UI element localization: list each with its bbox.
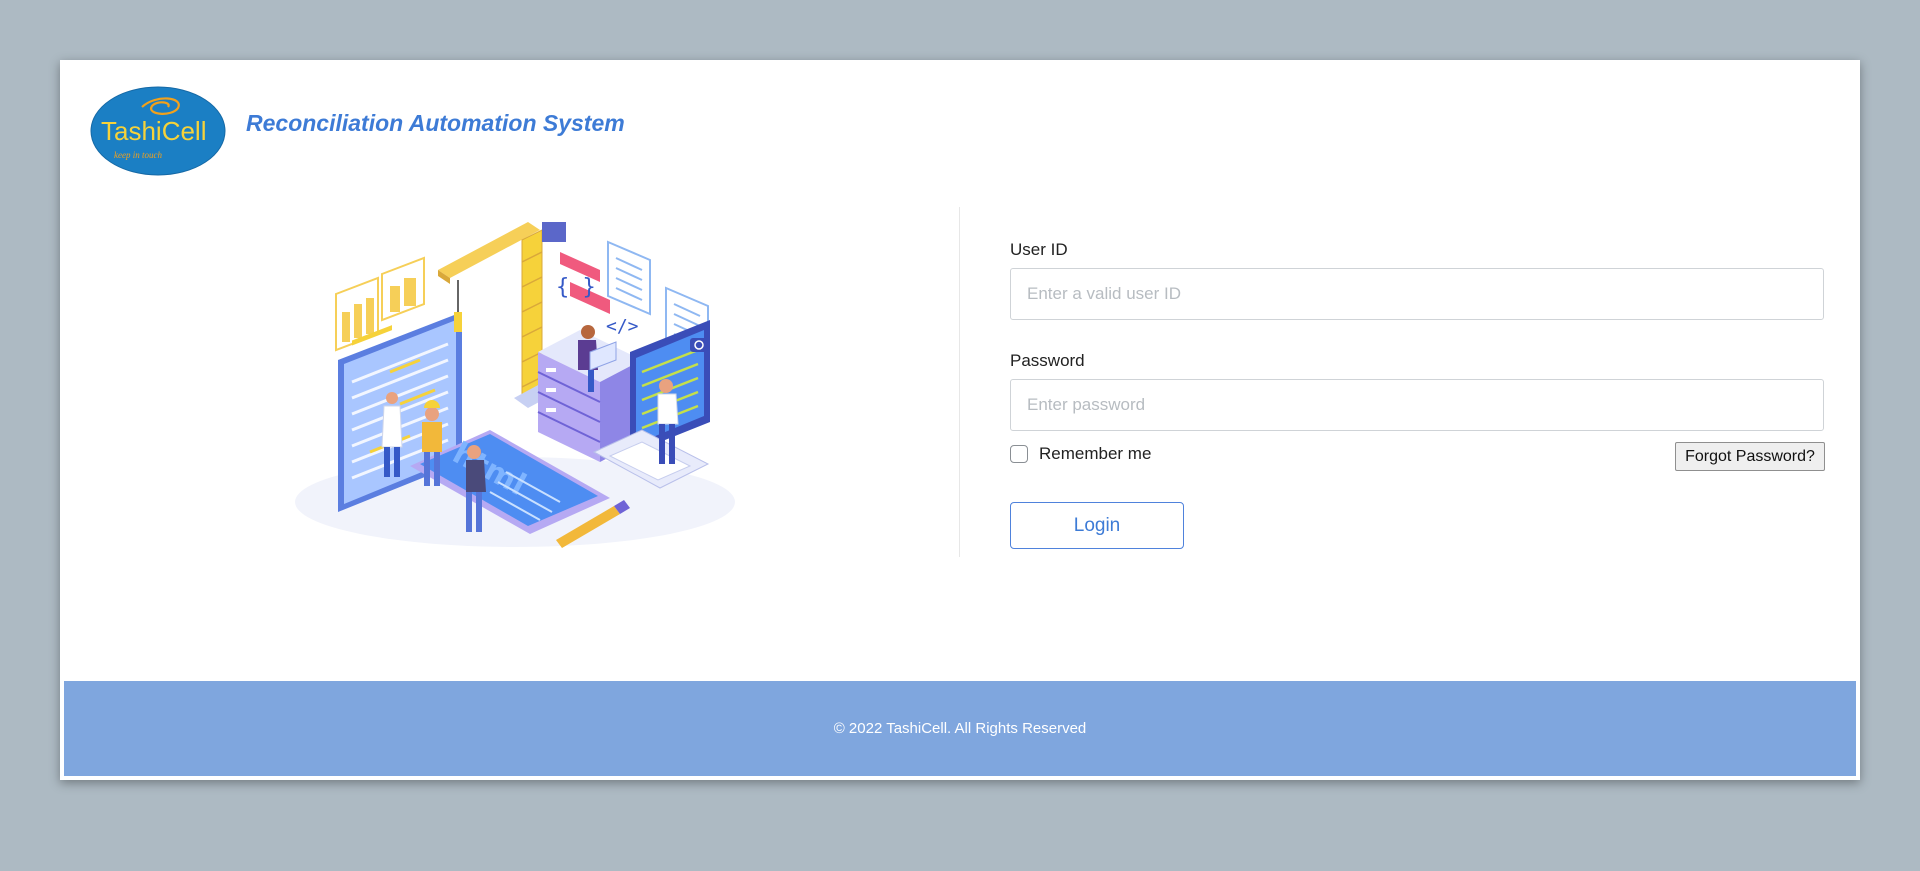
code-tags: { } </> <box>556 252 639 337</box>
svg-text:{ }: { } <box>556 275 596 300</box>
svg-text:</>: </> <box>606 316 639 337</box>
copyright-text: © 2022 TashiCell. All Rights Reserved <box>833 720 1087 737</box>
tashicell-logo: TashiCell keep in touch <box>90 86 226 176</box>
app-title: Reconciliation Automation System <box>246 110 625 136</box>
forgot-password-button[interactable]: Forgot Password? <box>1675 442 1825 471</box>
password-input[interactable] <box>1010 379 1824 431</box>
footer: © 2022 TashiCell. All Rights Reserved <box>64 681 1856 776</box>
svg-text:TashiCell: TashiCell <box>101 116 207 146</box>
developer-illustration: { } </> html <box>295 222 735 548</box>
password-label: Password <box>1010 351 1085 370</box>
login-card: TashiCell keep in touch Reconciliation A… <box>60 60 1860 780</box>
user-id-input[interactable] <box>1010 268 1824 320</box>
remember-me-checkbox[interactable] <box>1010 445 1028 463</box>
divider <box>959 207 960 557</box>
remember-me-label[interactable]: Remember me <box>1039 444 1151 464</box>
user-id-label: User ID <box>1010 240 1068 259</box>
svg-text:keep in touch: keep in touch <box>114 150 162 160</box>
login-button[interactable]: Login <box>1010 502 1184 549</box>
